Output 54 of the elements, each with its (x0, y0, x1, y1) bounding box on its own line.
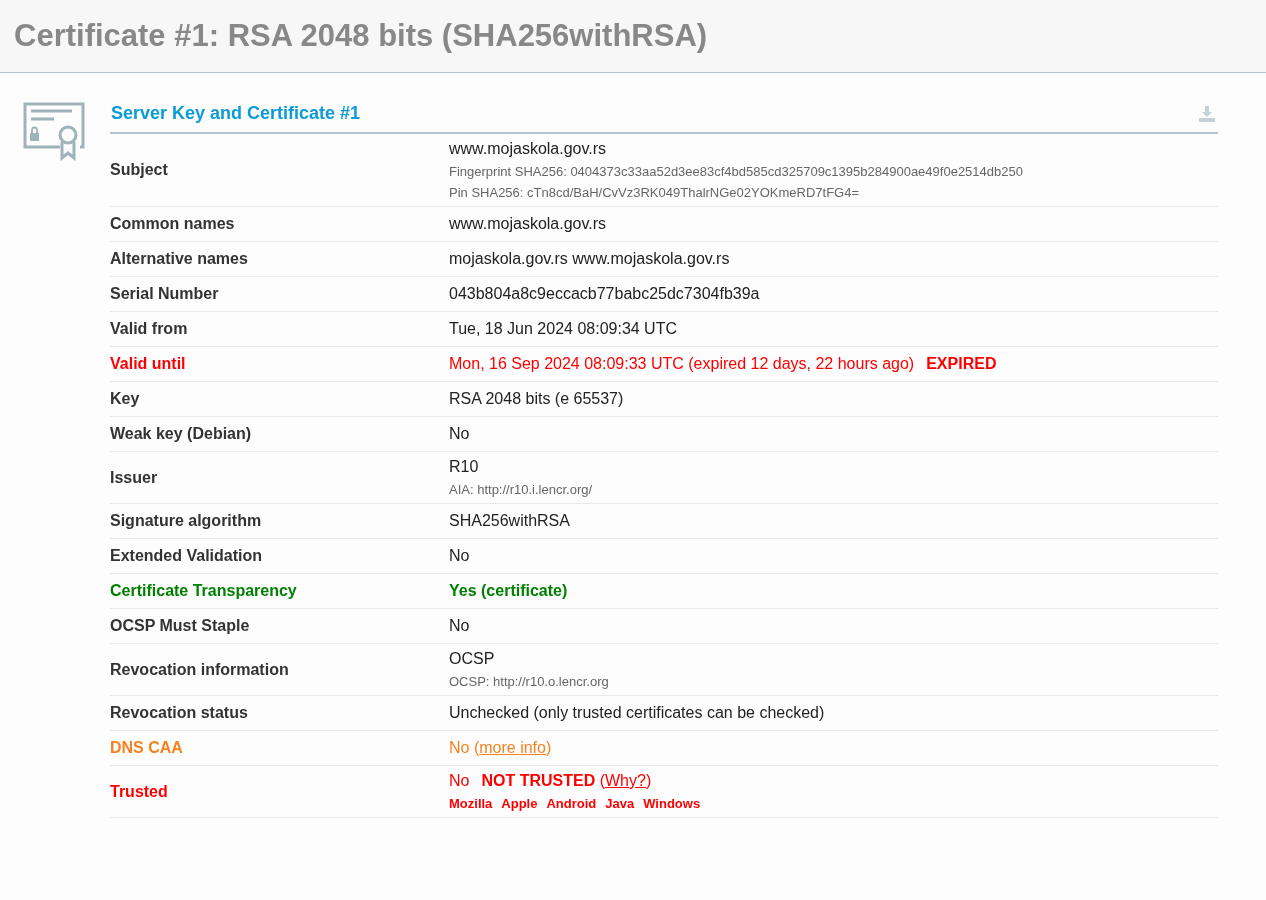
certificate-icon (22, 101, 86, 161)
value-text: ( (598, 772, 605, 789)
row-label: Alternative names (110, 250, 249, 268)
row-label: Trusted (110, 782, 169, 801)
detail-text: Pin SHA256: cTn8cd/BaH/CvVz3RK049ThalrNGe02YOKmeRD7tFG4= (449, 185, 861, 200)
status-label: NOT TRUSTED (481, 772, 596, 789)
page-title: Certificate #1: RSA 2048 bits (SHA256withRSA) (14, 18, 708, 54)
value-text: No ( (449, 739, 480, 756)
link[interactable]: Why? (605, 772, 646, 789)
platform-tag: Windows (643, 796, 701, 811)
platform-tag: Java (605, 796, 635, 811)
row-label: Serial Number (110, 285, 220, 303)
value-text: Tue, 18 Jun 2024 08:09:34 UTC (449, 320, 677, 337)
value-text: SHA256withRSA (449, 512, 570, 529)
value-text: Unchecked (only trusted certificates can be checked) (449, 704, 825, 721)
status-label: EXPIRED (926, 355, 997, 372)
row-label: DNS CAA (110, 739, 184, 757)
row-label: Signature algorithm (110, 512, 263, 530)
value-text: ) (545, 739, 552, 756)
value-text: OCSP (449, 650, 495, 667)
row-label: Subject (110, 161, 169, 179)
value-text: RSA 2048 bits (e 65537) (449, 390, 624, 407)
row-label: Revocation information (110, 660, 290, 679)
value-text: www.mojaskola.gov.rs (449, 140, 607, 157)
value-text: No (449, 547, 470, 564)
platform-tag: Android (546, 796, 597, 811)
row-label: Issuer (110, 468, 159, 487)
row-label: OCSP Must Staple (110, 617, 251, 635)
detail-text: Fingerprint SHA256: 0404373c33aa52d3ee83cf4bd585cd325709c1395b284900ae49f0e2514db250 (449, 164, 1024, 179)
value-text: Mon, 16 Sep 2024 08:09:33 UTC (expired 12 days, 22 hours ago) (449, 355, 915, 372)
value-text: R10 (449, 458, 479, 475)
row-label: Certificate Transparency (110, 582, 298, 600)
value-text: Yes (certificate) (449, 582, 568, 599)
link[interactable]: more info (479, 739, 546, 756)
value-text: No (449, 617, 470, 634)
detail-text: OCSP: http://r10.o.lencr.org (449, 674, 610, 689)
row-label: Common names (110, 215, 236, 233)
value-text: 043b804a8c9eccacb77babc25dc7304fb39a (449, 285, 760, 302)
section-title: Server Key and Certificate #1 (111, 103, 361, 124)
value-text: www.mojaskola.gov.rs (449, 215, 607, 232)
value-text: mojaskola.gov.rs www.mojaskola.gov.rs (449, 250, 730, 267)
platform-tag: Mozilla (449, 796, 493, 811)
detail-text: AIA: http://r10.i.lencr.org/ (449, 482, 594, 497)
row-label: Extended Validation (110, 547, 264, 565)
row-label: Weak key (Debian) (110, 425, 253, 443)
row-label: Revocation status (110, 704, 249, 722)
row-label: Valid until (110, 355, 187, 373)
value-text: ) (645, 772, 652, 789)
row-label: Valid from (110, 320, 189, 338)
row-label: Key (110, 390, 141, 408)
platform-tag: Apple (501, 796, 538, 811)
download-icon[interactable] (1198, 104, 1216, 123)
value-text: No (449, 772, 470, 789)
value-text: No (449, 425, 470, 442)
